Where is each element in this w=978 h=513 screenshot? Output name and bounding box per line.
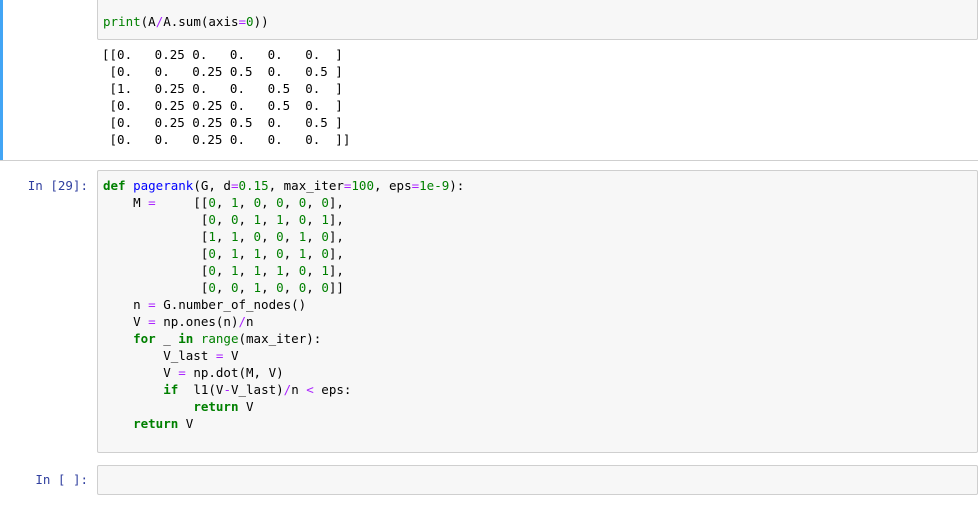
code-line: def pagerank(G, d=0.15, max_iter=100, ep… (103, 178, 465, 193)
code-line: [0, 0, 1, 1, 0, 1], (103, 212, 344, 227)
code-line: if l1(V-V_last)/n < eps: (163, 382, 352, 397)
code-line: M = [[0, 1, 0, 0, 0, 0], (103, 195, 344, 210)
code-line: [0, 1, 1, 0, 1, 0], (103, 246, 344, 261)
output-line: [0. 0.25 0.25 0.5 0. 0.5 ] (102, 115, 343, 130)
input-prompt: In [29]: (27, 178, 88, 193)
code-line: print(A/A.sum(axis=0)) (103, 14, 269, 29)
output-line: [[0. 0.25 0. 0. 0. 0. ] (102, 47, 343, 62)
code-line: V_last = V (103, 348, 239, 363)
cell-output-area: [[0. 0.25 0. 0. 0. 0. ] [0. 0. 0.25 0.5 … (102, 46, 350, 148)
cell-input-area[interactable]: def pagerank(G, d=0.15, max_iter=100, ep… (97, 170, 978, 453)
code-line: [0, 1, 1, 1, 0, 1], (103, 263, 344, 278)
code-line: V = np.ones(n)/n (103, 314, 254, 329)
output-line: [0. 0. 0.25 0. 0. 0. ]] (102, 132, 351, 147)
input-prompt: In [ ]: (35, 472, 88, 487)
code-line: n = G.number_of_nodes() (103, 297, 307, 312)
code-line: [0, 0, 1, 0, 0, 0]] (103, 280, 344, 295)
output-line: [0. 0. 0.25 0.5 0. 0.5 ] (102, 64, 343, 79)
code-line: return V (133, 416, 194, 431)
output-line: [0. 0.25 0.25 0. 0.5 0. ] (102, 98, 343, 113)
cell-selection-indicator (0, 0, 3, 160)
code-editor[interactable]: def pagerank(G, d=0.15, max_iter=100, ep… (103, 177, 464, 432)
cell-input-area[interactable]: print(A/A.sum(axis=0)) (97, 0, 978, 40)
code-line: for _ in range(max_iter): (133, 331, 322, 346)
code-line: [1, 1, 0, 0, 1, 0], (103, 229, 344, 244)
code-line: V = np.dot(M, V) (103, 365, 284, 380)
code-line: return V (193, 399, 254, 414)
output-line: [1. 0.25 0. 0. 0.5 0. ] (102, 81, 343, 96)
empty-cell-input[interactable] (97, 465, 978, 495)
code-cell-previous[interactable]: print(A/A.sum(axis=0)) [[0. 0.25 0. 0. 0… (0, 0, 978, 161)
